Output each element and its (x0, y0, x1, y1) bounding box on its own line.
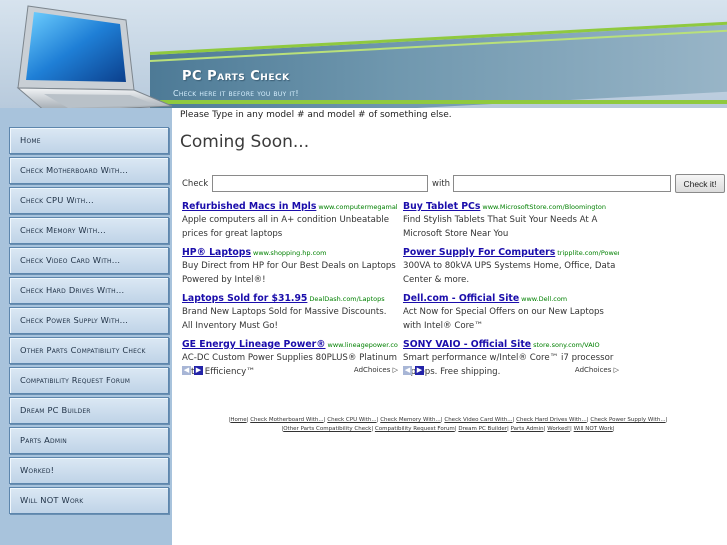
ad-description: Apple computers all in A+ condition Unbe… (182, 215, 389, 239)
sidebar-item-home[interactable]: Home (9, 127, 169, 154)
site-header: PC Parts Check Check here it before you … (0, 0, 727, 108)
ad-url[interactable]: tripplite.com/PowerProtects (557, 249, 619, 257)
ad-column-left: Refurbished Macs in Mpls www.computermega… (182, 197, 398, 381)
adchoices-link[interactable]: AdChoices ▷ (354, 366, 398, 374)
ad-description: Act Now for Special Offers on our New La… (403, 307, 604, 331)
instructions-text: Please Type in any model # and model # o… (180, 110, 452, 120)
site-title: PC Parts Check (182, 69, 290, 84)
ad-description: Find Stylish Tablets That Suit Your Need… (403, 215, 598, 239)
footer-link-power-supply[interactable]: Check Power Supply With... (590, 417, 665, 423)
sidebar-item-dream-pc-builder[interactable]: Dream PC Builder (9, 397, 169, 424)
footer-link-other-parts[interactable]: Other Parts Compatibility Check (283, 426, 371, 432)
footer-link-video-card[interactable]: Check Video Card With... (444, 417, 512, 423)
sidebar-item-check-motherboard[interactable]: Check Motherboard With... (9, 157, 169, 184)
footer-link-dream-pc[interactable]: Dream PC Builder (458, 426, 507, 432)
model-1-input[interactable] (212, 175, 428, 192)
sidebar-item-check-video-card[interactable]: Check Video Card With... (9, 247, 169, 274)
ad-title-link[interactable]: Dell.com - Official Site (403, 293, 519, 304)
laptop-logo-icon (16, 5, 173, 108)
ad-item: Buy Tablet PCs www.MicrosoftStore.com/Blo… (403, 197, 619, 241)
ad-prev-icon[interactable]: ◀ (182, 366, 191, 375)
check-it-button[interactable]: Check it! (675, 174, 725, 193)
ad-prev-icon[interactable]: ◀ (403, 366, 412, 375)
ad-title-link[interactable]: Laptops Sold for $31.95 (182, 293, 307, 304)
footer-link-home[interactable]: Home (230, 417, 246, 423)
sidebar-item-request-forum[interactable]: Compatibility Request Forum (9, 367, 169, 394)
ad-footer-left: ◀ ▶ AdChoices ▷ (182, 366, 398, 376)
ad-item: Dell.com - Official Site www.Dell.com Act… (403, 289, 619, 333)
ad-footer-right: ◀ ▶ AdChoices ▷ (403, 366, 619, 376)
ad-item: Laptops Sold for $31.95 DealDash.com/Lapt… (182, 289, 398, 333)
ad-title-link[interactable]: Buy Tablet PCs (403, 201, 480, 212)
ad-item: Power Supply For Computers tripplite.com/… (403, 243, 619, 287)
sidebar-item-check-memory[interactable]: Check Memory With... (9, 217, 169, 244)
footer-link-request-forum[interactable]: Compatibility Request Forum (375, 426, 455, 432)
ad-title-link[interactable]: GE Energy Lineage Power® (182, 339, 326, 350)
ad-url[interactable]: www.lineagepower.com/oem (328, 341, 398, 349)
sidebar-item-check-hard-drives[interactable]: Check Hard Drives With... (9, 277, 169, 304)
footer-link-cpu[interactable]: Check CPU With... (327, 417, 376, 423)
ad-url[interactable]: www.computermegamall.com (318, 203, 398, 211)
ad-column-right: Buy Tablet PCs www.MicrosoftStore.com/Blo… (403, 197, 619, 381)
ad-url[interactable]: store.sony.com/VAIO (533, 341, 600, 349)
footer-link-hard-drives[interactable]: Check Hard Drives With... (516, 417, 587, 423)
model-2-input[interactable] (453, 175, 671, 192)
ad-title-link[interactable]: HP® Laptops (182, 247, 251, 258)
footer-link-will-not-work[interactable]: Will NOT Work (574, 426, 613, 432)
sidebar-nav: Home Check Motherboard With... Check CPU… (0, 108, 172, 545)
ad-url[interactable]: www.MicrosoftStore.com/Bloomington (482, 203, 606, 211)
ad-url[interactable]: www.Dell.com (521, 295, 567, 303)
footer-link-parts-admin[interactable]: Parts Admin (511, 426, 544, 432)
sidebar-item-worked[interactable]: Worked! (9, 457, 169, 484)
ad-title-link[interactable]: Power Supply For Computers (403, 247, 555, 258)
site-tagline: Check here it before you buy it! (173, 89, 299, 98)
sidebar-item-check-power-supply[interactable]: Check Power Supply With... (9, 307, 169, 334)
ad-description: Buy Direct from HP for Our Best Deals on… (182, 261, 396, 285)
ad-item: Refurbished Macs in Mpls www.computermega… (182, 197, 398, 241)
footer-link-memory[interactable]: Check Memory With... (380, 417, 441, 423)
page-heading: Coming Soon... (180, 132, 310, 152)
with-label: with (432, 179, 451, 189)
ad-url[interactable]: DealDash.com/Laptops (309, 295, 384, 303)
sidebar-item-check-cpu[interactable]: Check CPU With... (9, 187, 169, 214)
adchoices-link[interactable]: AdChoices ▷ (575, 366, 619, 374)
sidebar-item-other-parts[interactable]: Other Parts Compatibility Check (9, 337, 169, 364)
ad-description: Brand New Laptops Sold for Massive Disco… (182, 307, 387, 331)
footer-nav: |Home| Check Motherboard With...| Check … (228, 417, 668, 432)
check-label: Check (182, 179, 209, 189)
footer-link-motherboard[interactable]: Check Motherboard With... (250, 417, 323, 423)
main-content: Please Type in any model # and model # o… (172, 108, 727, 545)
ad-next-icon[interactable]: ▶ (194, 366, 203, 375)
ad-next-icon[interactable]: ▶ (415, 366, 424, 375)
ad-url[interactable]: www.shopping.hp.com (253, 249, 326, 257)
header-accent-bar (160, 100, 727, 104)
ad-title-link[interactable]: Refurbished Macs in Mpls (182, 201, 316, 212)
sidebar-item-will-not-work[interactable]: Will NOT Work (9, 487, 169, 514)
footer-link-worked[interactable]: Worked! (547, 426, 570, 432)
ad-title-link[interactable]: SONY VAIO - Official Site (403, 339, 531, 350)
ad-description: 300VA to 80kVA UPS Systems Home, Office,… (403, 261, 616, 285)
check-form: Check with Check it! (182, 174, 727, 195)
ad-item: HP® Laptops www.shopping.hp.com Buy Direc… (182, 243, 398, 287)
sidebar-item-parts-admin[interactable]: Parts Admin (9, 427, 169, 454)
